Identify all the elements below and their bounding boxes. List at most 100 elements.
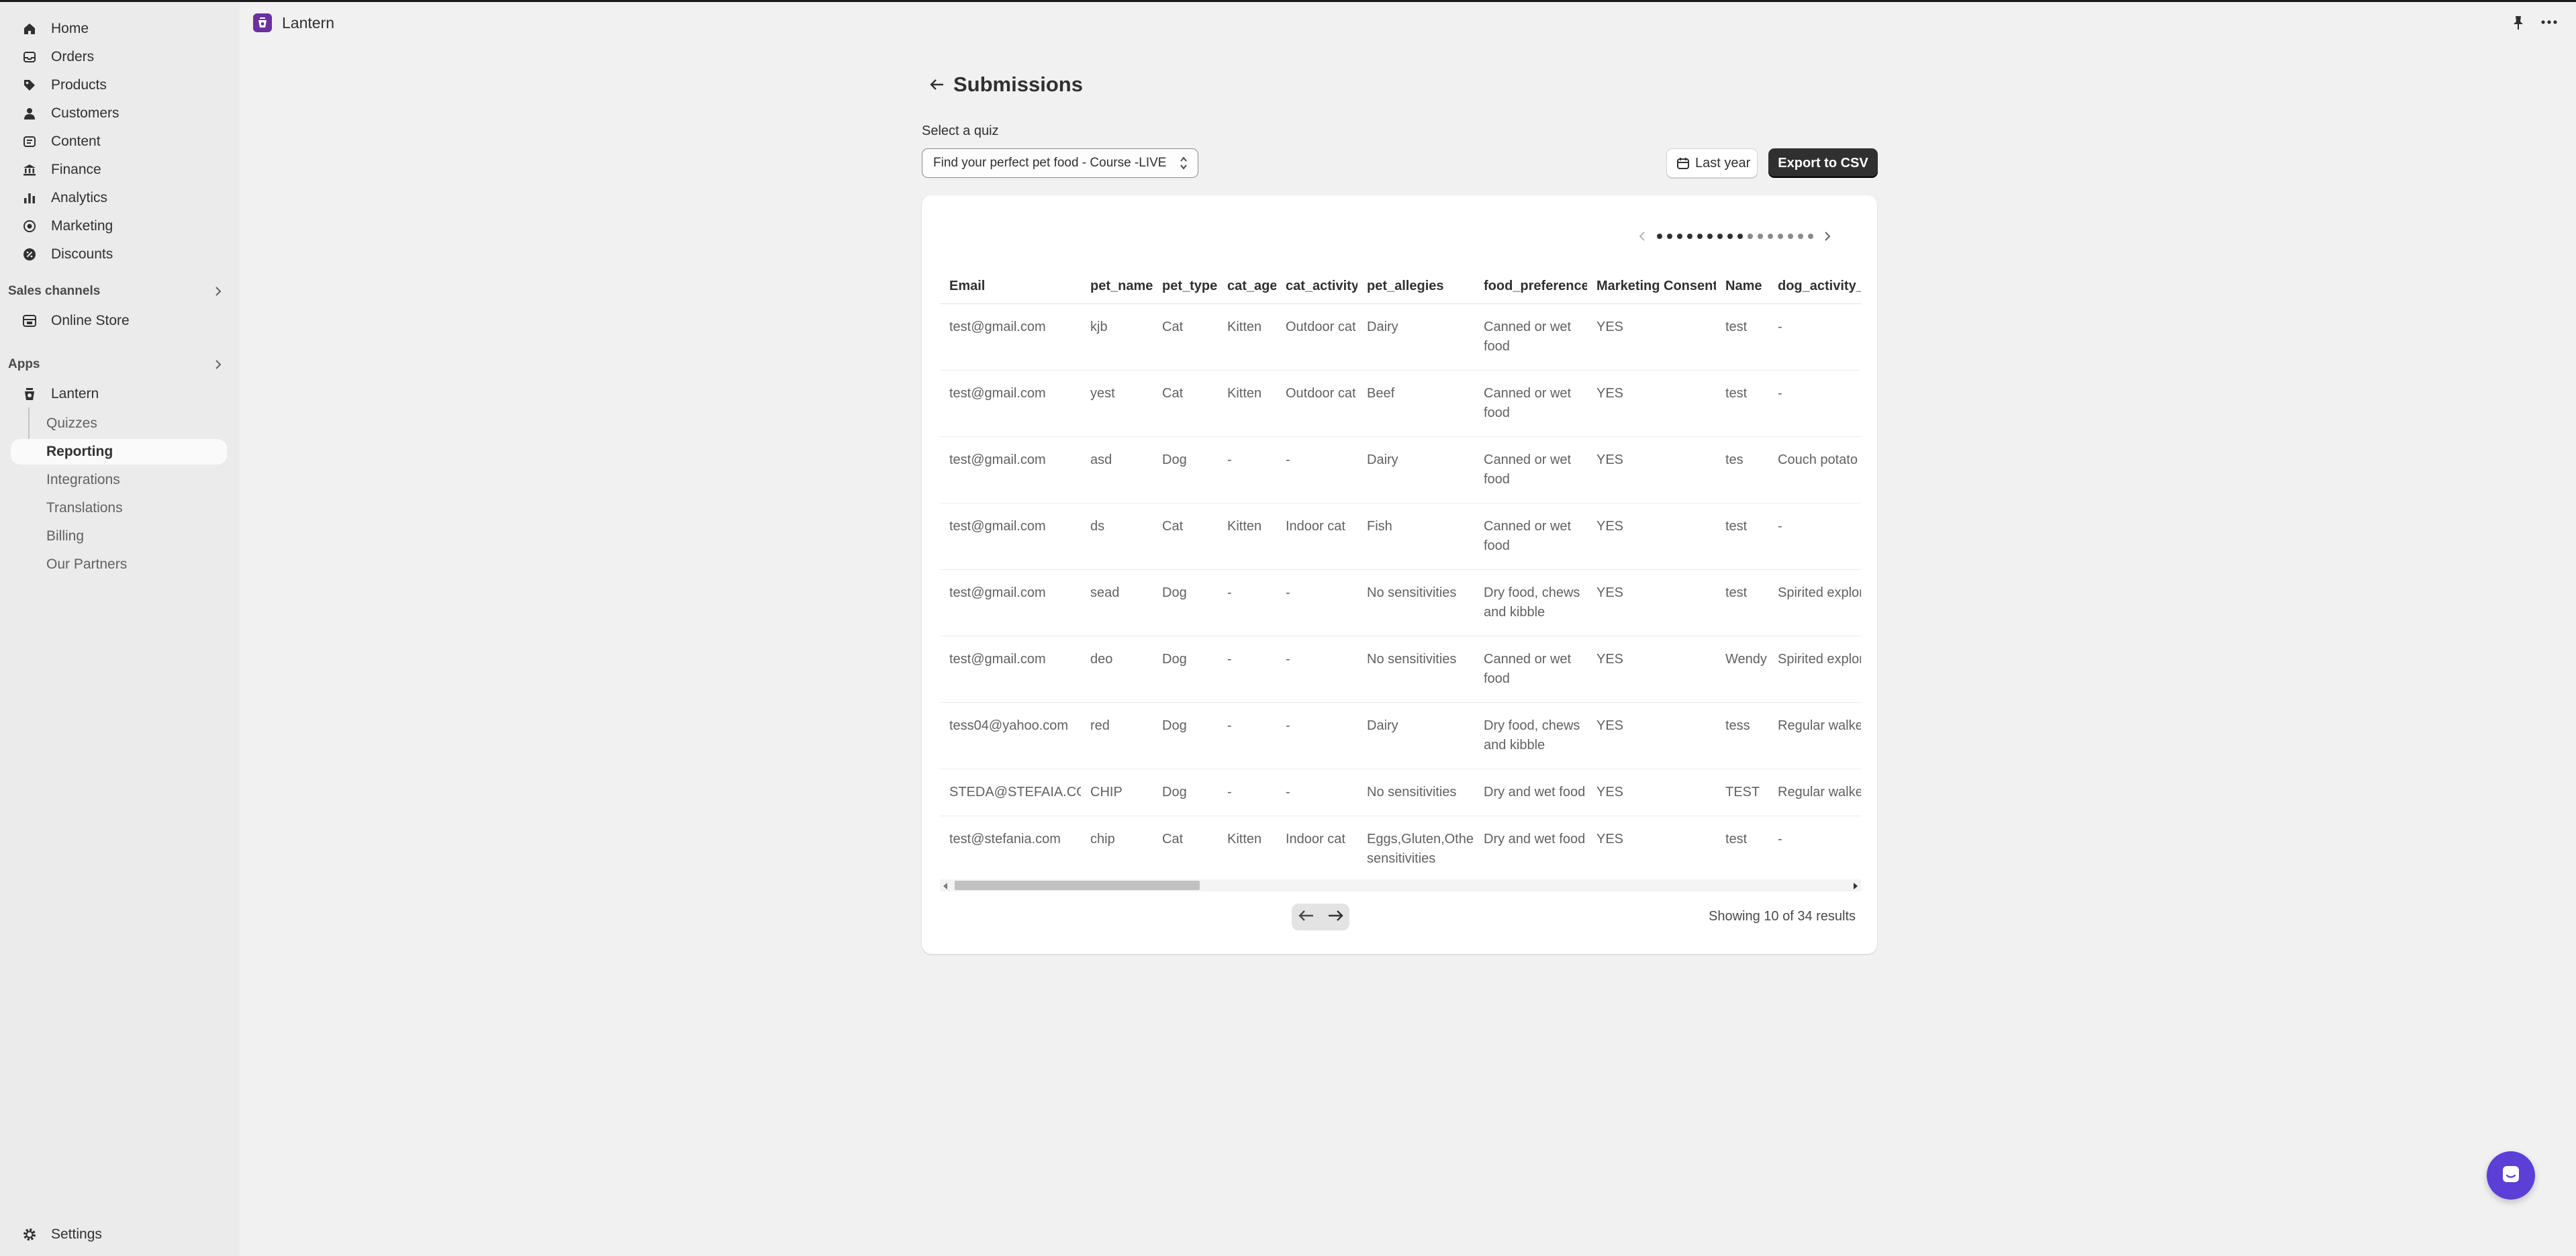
chevron-right-icon[interactable]: [1823, 230, 1831, 242]
lantern-icon: [17, 382, 42, 406]
page-dot[interactable]: [1686, 234, 1692, 239]
table-cell-food-preference: Dry and wet food: [1474, 769, 1587, 816]
sidebar-item-label: Orders: [51, 49, 95, 64]
column-header-email: Email: [940, 269, 1081, 304]
discount-icon: [17, 242, 42, 267]
page-dot[interactable]: [1797, 234, 1803, 239]
page-dot[interactable]: [1676, 234, 1682, 239]
sidebar-item-content[interactable]: Content: [11, 128, 227, 155]
sidebar-item-label: Online Store: [51, 313, 130, 328]
table-row[interactable]: test@gmail.com ds Cat Kitten Indoor cat Fish C…: [940, 503, 1861, 570]
sidebar-item-customers[interactable]: Customers: [11, 100, 227, 127]
table-cell-cat-activity: Indoor cat: [1276, 503, 1357, 570]
column-header-pet-type: pet_type: [1153, 269, 1218, 304]
quiz-select[interactable]: Find your perfect pet food - Course -LIV…: [922, 148, 1198, 178]
sidebar: Home Orders Products Customers Content Financ…: [0, 2, 240, 1256]
sidebar-item-marketing[interactable]: Marketing: [11, 213, 227, 240]
table-row[interactable]: tess04@yahoo.com red Dog - - Dairy Dry food, c…: [940, 702, 1861, 769]
sidebar-item-products[interactable]: Products: [11, 72, 227, 99]
scroll-left-arrow-icon[interactable]: [943, 881, 948, 893]
table-cell-email: test@gmail.com: [940, 303, 1081, 371]
table-row[interactable]: test@gmail.com sead Dog - - No sensitivities D…: [940, 569, 1861, 636]
pin-icon[interactable]: [2511, 15, 2526, 34]
table-row[interactable]: test@gmail.com deo Dog - - No sensitivities Ca…: [940, 636, 1861, 703]
table-row[interactable]: test@gmail.com asd Dog - - Dairy Canned or wet…: [940, 436, 1861, 503]
page-dot[interactable]: [1747, 234, 1753, 239]
sidebar-item-finance[interactable]: Finance: [11, 156, 227, 183]
sidebar-item-label: Discounts: [51, 246, 113, 262]
table-cell-pet-allegies: Beef: [1357, 370, 1474, 437]
page-dot[interactable]: [1666, 234, 1672, 239]
table-row[interactable]: test@gmail.com yest Cat Kitten Outdoor cat Be…: [940, 370, 1861, 437]
table-cell-cat-activity: -: [1276, 702, 1357, 769]
next-page-button[interactable]: [1327, 909, 1344, 926]
page-dot[interactable]: [1656, 234, 1662, 239]
table-cell-pet-type: Cat: [1153, 303, 1218, 371]
page-dot[interactable]: [1757, 234, 1763, 239]
table-row[interactable]: test@stefania.com chip Cat Kitten Indoor cat…: [940, 816, 1861, 874]
more-options-icon[interactable]: [2540, 15, 2558, 33]
chevron-right-icon[interactable]: [213, 285, 223, 301]
sidebar-item-translations[interactable]: Translations: [11, 495, 227, 521]
page-dot[interactable]: [1787, 234, 1793, 239]
content-icon: [17, 130, 42, 154]
column-header-cat-age: cat_age: [1218, 269, 1276, 304]
horizontal-scrollbar[interactable]: [940, 879, 1861, 891]
sidebar-item-label: Products: [51, 77, 107, 93]
page-dot[interactable]: [1767, 234, 1773, 239]
table-row[interactable]: STEDA@STEFAIA.COMCHIPDog--No sensitiviti…: [940, 769, 1861, 816]
table-cell-marketing-consent: YES: [1587, 816, 1716, 874]
chat-button[interactable]: [2487, 1151, 2535, 1200]
apps-title: Apps: [8, 357, 40, 371]
submissions-table-wrapper[interactable]: Email pet_name pet_type cat_age cat_activity…: [940, 269, 1861, 874]
page-dot[interactable]: [1777, 234, 1783, 239]
sidebar-item-discounts[interactable]: Discounts: [11, 241, 227, 268]
table-cell-pet-allegies: Dairy: [1357, 702, 1474, 769]
table-cell-dog-activity-level: Regular walker: [1768, 769, 1861, 816]
sidebar-item-reporting[interactable]: Reporting: [11, 439, 227, 465]
page-dot[interactable]: [1807, 234, 1813, 239]
arrow-left-icon: [929, 78, 945, 95]
table-cell-name: test: [1716, 569, 1768, 636]
table-cell-marketing-consent: YES: [1587, 436, 1716, 503]
export-csv-button[interactable]: Export to CSV: [1768, 148, 1878, 178]
page-dot[interactable]: [1717, 234, 1723, 239]
sidebar-item-online-store[interactable]: Online Store: [11, 307, 227, 334]
sidebar-item-label: Home: [51, 21, 89, 36]
chevron-left-icon[interactable]: [1638, 230, 1646, 242]
sidebar-item-home[interactable]: Home: [11, 15, 227, 42]
page-title: Submissions: [953, 73, 1083, 96]
sidebar-item-settings[interactable]: Settings: [11, 1221, 227, 1248]
sidebar-item-analytics[interactable]: Analytics: [11, 185, 227, 211]
date-range-button[interactable]: Last year: [1666, 148, 1758, 178]
table-cell-dog-activity-level: -: [1768, 816, 1861, 874]
sidebar-item-label: Integrations: [46, 472, 120, 487]
scrollbar-thumb[interactable]: [955, 881, 1200, 890]
table-cell-dog-activity-level: Couch potato: [1768, 436, 1861, 503]
tag-icon: [17, 73, 42, 97]
table-cell-cat-age: -: [1218, 569, 1276, 636]
table-row[interactable]: test@gmail.com kjb Cat Kitten Outdoor cat Dai…: [940, 303, 1861, 371]
page-dot[interactable]: [1737, 234, 1743, 239]
sidebar-item-orders[interactable]: Orders: [11, 44, 227, 70]
back-button[interactable]: [925, 74, 949, 98]
table-cell-cat-age: Kitten: [1218, 816, 1276, 874]
sidebar-item-integrations[interactable]: Integrations: [11, 467, 227, 493]
chevron-right-icon[interactable]: [213, 358, 223, 374]
page-dot[interactable]: [1697, 234, 1703, 239]
page-dot[interactable]: [1707, 234, 1713, 239]
sales-channels-title: Sales channels: [8, 284, 101, 298]
scroll-right-arrow-icon[interactable]: [1853, 881, 1858, 893]
page-dot[interactable]: [1727, 234, 1733, 239]
sidebar-item-quizzes[interactable]: Quizzes: [11, 411, 227, 436]
column-header-dog-activity-level: dog_activity_level: [1768, 269, 1861, 304]
previous-page-button[interactable]: [1298, 909, 1315, 926]
table-cell-dog-activity-level: Spirited explorer: [1768, 569, 1861, 636]
table-cell-food-preference: Canned or wet food: [1474, 636, 1587, 703]
column-header-name: Name: [1716, 269, 1768, 304]
sidebar-item-our-partners[interactable]: Our Partners: [11, 552, 227, 577]
table-cell-cat-age: -: [1218, 769, 1276, 816]
sidebar-item-lantern[interactable]: Lantern: [11, 381, 227, 407]
sidebar-item-billing[interactable]: Billing: [11, 524, 227, 549]
table-cell-pet-name: yest: [1081, 370, 1153, 437]
